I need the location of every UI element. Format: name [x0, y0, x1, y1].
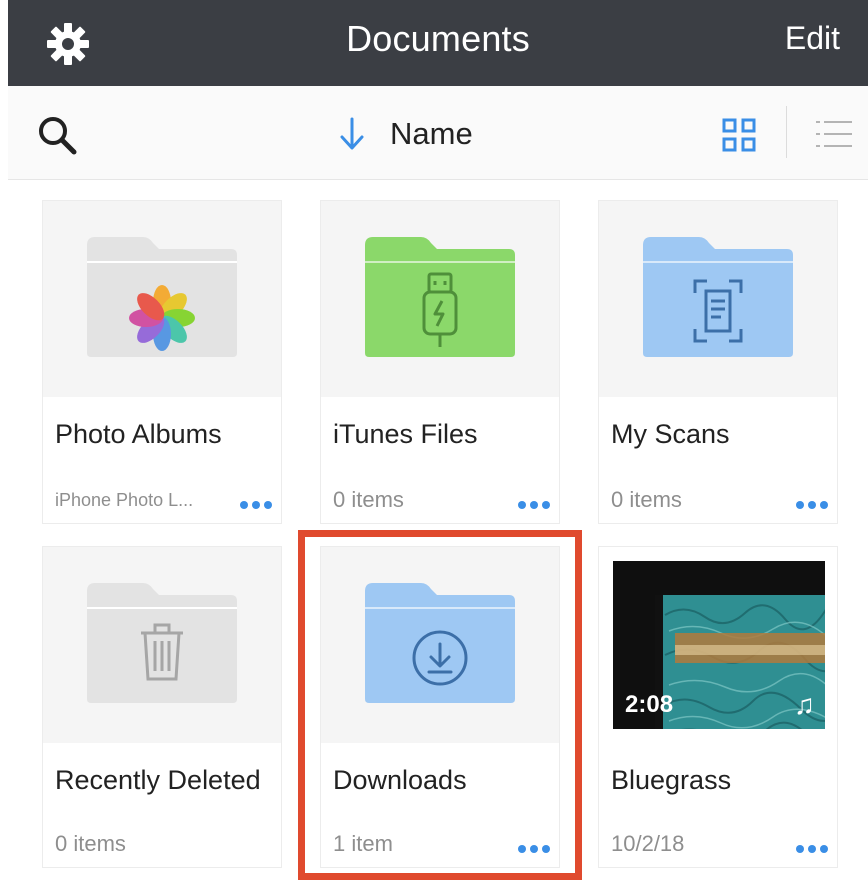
file-meta: iPhone Photo L... — [55, 490, 194, 510]
more-dots-icon[interactable] — [239, 499, 273, 511]
video-thumbnail: 2:08 ♫ — [613, 561, 825, 729]
file-card-downloads[interactable]: Downloads 1 item — [320, 546, 560, 868]
thumbnail — [599, 201, 837, 397]
file-meta: 0 items — [611, 487, 682, 512]
trash-icon — [141, 623, 183, 681]
file-meta: 0 items — [333, 487, 404, 512]
file-name: Photo Albums — [55, 419, 222, 449]
file-meta: 10/2/18 — [611, 831, 685, 856]
file-meta: 1 item — [333, 831, 393, 856]
toolbar: Name — [8, 86, 868, 180]
file-name: Bluegrass — [611, 765, 732, 795]
scan-document-icon — [693, 279, 743, 343]
file-card-bluegrass[interactable]: 2:08 ♫ Bluegrass 10/2/18 — [598, 546, 838, 868]
nav-bar: Documents Edit — [8, 0, 868, 86]
thumbnail — [321, 201, 559, 397]
arrow-down-icon — [340, 117, 364, 150]
photos-icon — [129, 285, 195, 351]
edit-button[interactable]: Edit — [785, 20, 840, 57]
download-icon — [412, 630, 468, 686]
file-card-recently-deleted[interactable]: Recently Deleted 0 items — [42, 546, 282, 868]
thumbnail — [321, 547, 559, 743]
file-card-my-scans[interactable]: My Scans 0 items — [598, 200, 838, 524]
more-dots-icon[interactable] — [795, 843, 829, 855]
toolbar-divider — [786, 106, 787, 158]
more-dots-icon[interactable] — [517, 843, 551, 855]
page-title: Documents — [346, 18, 530, 59]
list-view-icon[interactable] — [814, 118, 854, 150]
file-meta: 0 items — [55, 831, 126, 856]
more-dots-icon[interactable] — [795, 499, 829, 511]
thumbnail: 2:08 ♫ — [599, 547, 837, 743]
usb-icon — [422, 272, 458, 347]
file-card-photo-albums[interactable]: Photo Albums iPhone Photo L... — [42, 200, 282, 524]
file-name: Downloads — [333, 765, 467, 795]
video-duration: 2:08 — [625, 691, 674, 718]
thumbnail — [43, 201, 281, 397]
file-name: My Scans — [611, 419, 730, 449]
grid-view-icon[interactable] — [722, 118, 756, 152]
file-name: Recently Deleted — [55, 765, 261, 795]
file-card-itunes-files[interactable]: iTunes Files 0 items — [320, 200, 560, 524]
music-note-icon: ♫ — [794, 689, 815, 720]
more-dots-icon[interactable] — [517, 499, 551, 511]
file-grid: Photo Albums iPhone Photo L... iTunes Fi… — [0, 180, 868, 886]
thumbnail — [43, 547, 281, 743]
search-icon[interactable] — [36, 114, 78, 156]
sort-label: Name — [390, 116, 473, 151]
file-name: iTunes Files — [333, 419, 478, 449]
sort-control[interactable]: Name — [338, 114, 473, 154]
